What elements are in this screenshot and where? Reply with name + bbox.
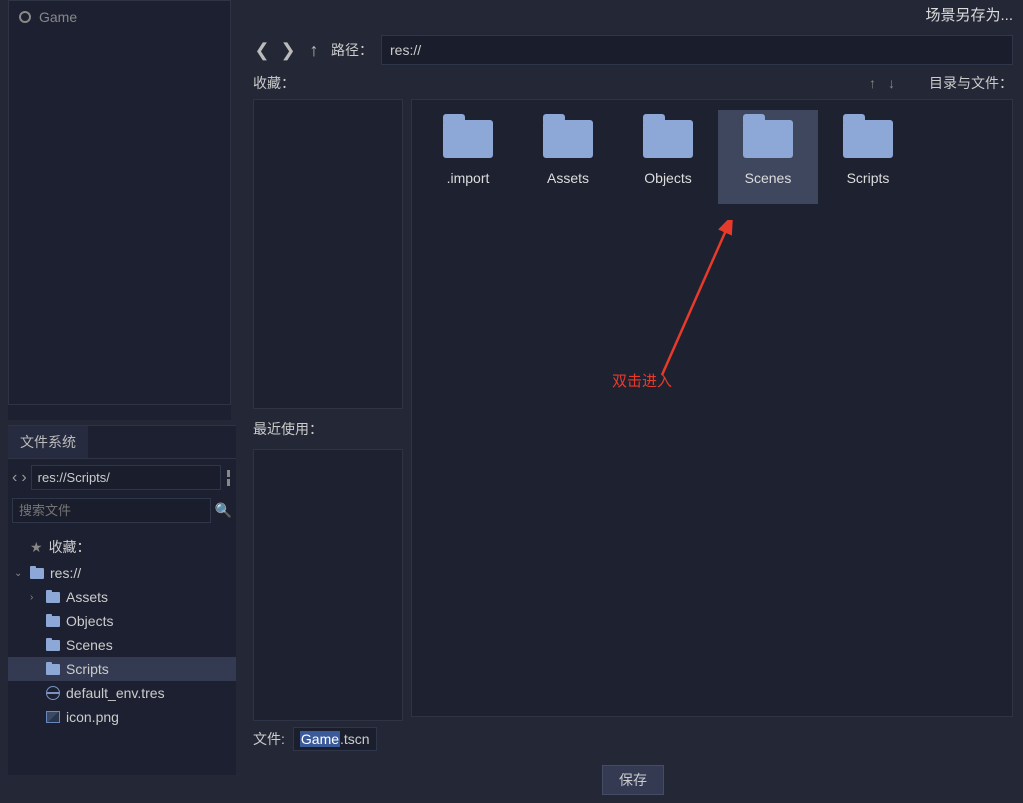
scene-root-name: Game (39, 9, 77, 25)
recent-panel (253, 449, 403, 721)
save-button[interactable]: 保存 (602, 765, 664, 795)
folder-icon (46, 592, 60, 603)
dialog-forward-button[interactable]: ❯ (279, 41, 297, 59)
fs-path-input[interactable] (31, 465, 221, 490)
files-panel: .import Assets Objects Scenes Scripts 双击… (411, 99, 1013, 717)
environment-icon (46, 686, 60, 700)
folder-icon (46, 664, 60, 675)
scene-root-row[interactable]: Game (9, 1, 230, 33)
folder-icon (30, 568, 44, 579)
folder-item[interactable]: .import (418, 110, 518, 204)
tree-item-file[interactable]: icon.png (8, 705, 236, 729)
image-icon (46, 711, 60, 723)
scene-dock: Game (8, 0, 231, 420)
folder-item[interactable]: Scripts (818, 110, 918, 204)
folder-item-selected[interactable]: Scenes (718, 110, 818, 204)
tab-filesystem[interactable]: 文件系统 (8, 426, 88, 458)
folder-icon (643, 120, 693, 158)
folder-icon (46, 616, 60, 627)
sort-up-icon[interactable]: ↑ (869, 75, 876, 91)
back-button[interactable]: ‹ (12, 470, 17, 486)
tree-item-selected[interactable]: Scripts (8, 657, 236, 681)
folder-icon (46, 640, 60, 651)
search-icon: 🔍 (215, 502, 232, 519)
dialog-path-input[interactable]: res:// (381, 35, 1013, 65)
folder-item[interactable]: Assets (518, 110, 618, 204)
node-icon (19, 11, 31, 23)
tree-item[interactable]: Scenes (8, 633, 236, 657)
tree-item-file[interactable]: default_env.tres (8, 681, 236, 705)
filesystem-dock: 文件系统 ‹ › 🔍 ★收藏： ⌄res:// ›Assets Objects … (8, 425, 236, 775)
favorites-panel (253, 99, 403, 409)
annotation-text: 双击进入 (612, 370, 672, 391)
fs-tree: ★收藏： ⌄res:// ›Assets Objects Scenes Scri… (8, 529, 236, 733)
chevron-down-icon: ⌄ (14, 568, 24, 579)
dialog-back-button[interactable]: ❮ (253, 41, 271, 59)
file-label: 文件: (253, 729, 285, 749)
dirfiles-label: 目录与文件： (929, 73, 1013, 93)
tree-item[interactable]: ›Assets (8, 585, 236, 609)
folder-icon (743, 120, 793, 158)
folder-item[interactable]: Objects (618, 110, 718, 204)
view-mode-toggle[interactable] (225, 468, 232, 488)
favorites-header[interactable]: ★收藏： (8, 533, 236, 561)
favorites-label: 收藏： (253, 73, 295, 93)
tree-item[interactable]: Objects (8, 609, 236, 633)
filename-input[interactable]: Game.tscn (293, 727, 377, 751)
chevron-right-icon: › (30, 592, 40, 603)
path-label: 路径： (331, 40, 373, 60)
folder-icon (443, 120, 493, 158)
sort-down-icon[interactable]: ↓ (888, 75, 895, 91)
annotation-arrow (642, 220, 762, 380)
save-scene-dialog: 场景另存为... ❮ ❯ ↑ 路径： res:// 收藏： ↑↓ 目录与文件： … (243, 0, 1023, 778)
folder-icon (543, 120, 593, 158)
folder-icon (843, 120, 893, 158)
tree-res-root[interactable]: ⌄res:// (8, 561, 236, 585)
recent-label: 最近使用： (253, 413, 403, 445)
star-icon: ★ (30, 539, 43, 556)
fs-search-input[interactable] (12, 498, 211, 523)
dialog-up-button[interactable]: ↑ (305, 41, 323, 59)
dialog-title: 场景另存为... (243, 0, 1023, 29)
forward-button[interactable]: › (21, 470, 26, 486)
